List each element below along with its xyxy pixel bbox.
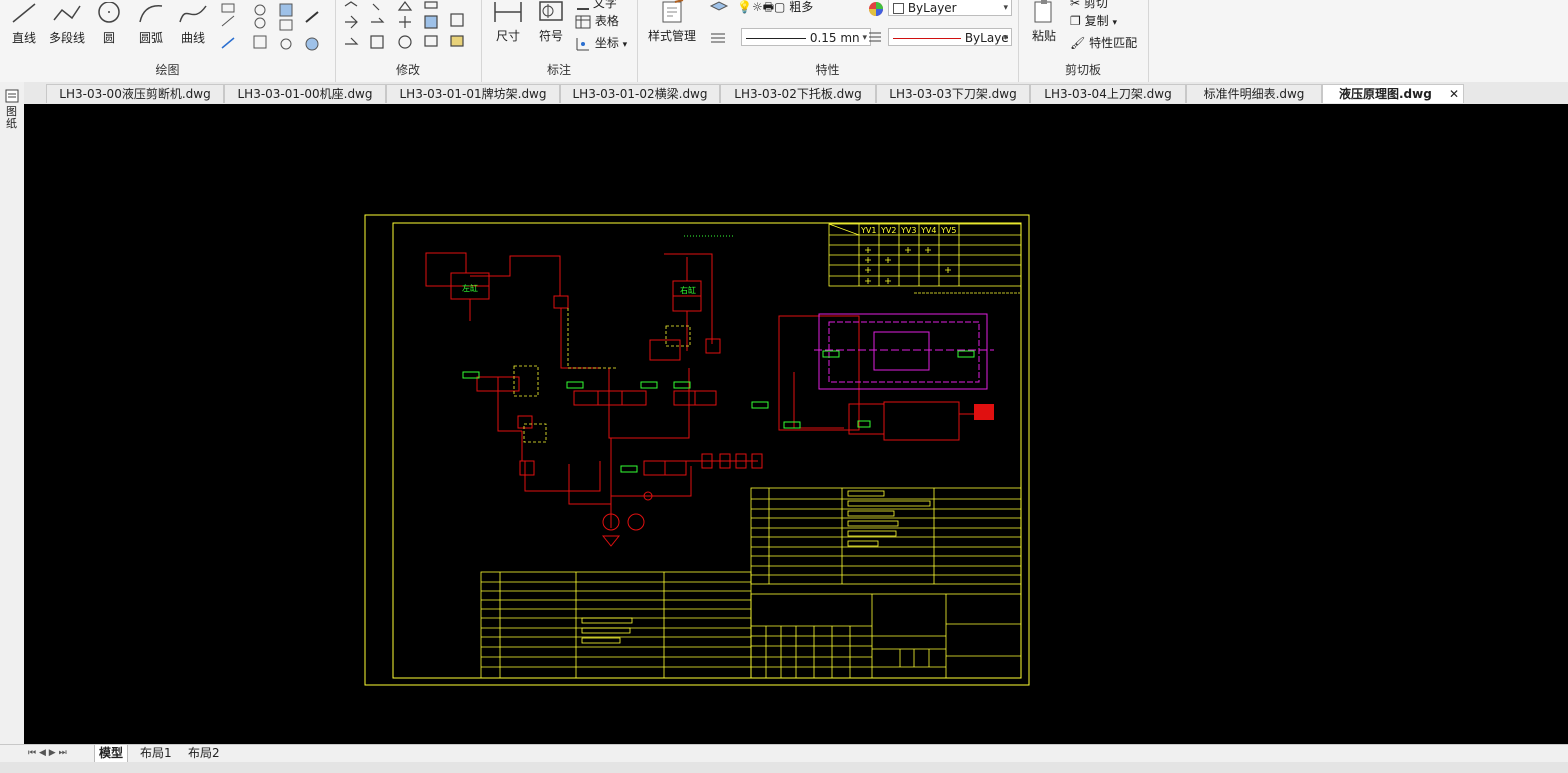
draw-small-tools-icon[interactable] xyxy=(214,2,324,54)
tab-doc-6[interactable]: LH3-03-04上刀架.dwg xyxy=(1030,84,1186,103)
arc-icon xyxy=(139,5,163,23)
table-tool[interactable]: 表格 xyxy=(575,12,619,30)
valve-header-1: YV2 xyxy=(880,226,896,235)
draw-panel-label: 绘图 xyxy=(155,63,180,77)
last-layout-icon[interactable]: ⏭ xyxy=(59,748,67,758)
color-square-icon[interactable]: ▢ xyxy=(774,0,785,14)
coordinate-tool[interactable]: 坐标 ▾ xyxy=(575,34,627,52)
prev-layout-icon[interactable]: ◀ xyxy=(39,748,46,758)
color-wheel-icon[interactable] xyxy=(867,0,885,18)
lock-icon[interactable]: 🖶 xyxy=(763,0,774,14)
paste-icon xyxy=(1034,0,1052,23)
lineweight-icon xyxy=(869,32,881,42)
clipboard-panel-label: 剪切板 xyxy=(1064,63,1101,77)
tab-doc-5[interactable]: LH3-03-03下刀架.dwg xyxy=(876,84,1030,103)
ribbon: 直线 多段线 圆 圆弧 曲线 绘图 修改 尺寸 符号 文字 表格 坐标 ▾ 标注… xyxy=(0,0,1568,83)
arc-tool[interactable]: 圆弧 xyxy=(132,2,170,46)
tab-doc-7[interactable]: 标准件明细表.dwg xyxy=(1186,84,1322,103)
line-preview-icon xyxy=(746,38,806,39)
annotate-panel: 尺寸 符号 文字 表格 坐标 ▾ 标注 xyxy=(481,0,638,82)
next-layout-icon[interactable]: ▶ xyxy=(49,748,56,758)
lightbulb-icon[interactable]: 💡 xyxy=(737,0,752,14)
tab-layout1[interactable]: 布局1 xyxy=(136,745,176,762)
modify-panel-label: 修改 xyxy=(395,63,420,77)
color-dropdown-icon[interactable]: ▾ xyxy=(1003,0,1008,15)
close-tab-icon[interactable]: ✕ xyxy=(1449,85,1459,103)
cut-tool[interactable]: ✂ 剪切 xyxy=(1070,0,1108,11)
first-layout-icon[interactable]: ⏮ xyxy=(28,748,36,758)
tab-doc-8[interactable]: 液压原理图.dwg ✕ xyxy=(1322,84,1464,103)
modify-panel: 修改 xyxy=(335,0,482,82)
modify-tools-icon[interactable] xyxy=(339,0,477,56)
annotate-panel-label: 标注 xyxy=(546,63,571,77)
tab-doc-4[interactable]: LH3-03-02下托板.dwg xyxy=(720,84,876,103)
properties-panel: 样式管理 💡☼🖶▢ 粗多 0.15 mn ▾ ByLayer ▾ ByLaye … xyxy=(637,0,1019,82)
clipboard-panel: 粘贴 ✂ 剪切 ❐ 复制 ▾ 🖌 特性匹配 剪切板 xyxy=(1018,0,1149,82)
status-bar xyxy=(0,762,1568,773)
tab-doc-1[interactable]: LH3-03-01-00机座.dwg xyxy=(224,84,386,103)
match-properties-tool[interactable]: 🖌 特性匹配 xyxy=(1070,34,1137,51)
cylinder-left-label: 左缸 xyxy=(462,283,478,293)
left-toolbar: 图纸 xyxy=(0,82,24,744)
layer-tools-icon[interactable] xyxy=(707,0,737,50)
document-tabs: LH3-03-00液压剪断机.dwg LH3-03-01-00机座.dwg LH… xyxy=(0,82,1568,105)
linetype-dropdown-icon[interactable]: ▾ xyxy=(1003,29,1008,45)
scissors-icon: ✂ xyxy=(1070,0,1081,10)
line-tool[interactable]: 直线 xyxy=(6,2,42,46)
symbol-icon xyxy=(539,1,563,21)
drawing-canvas[interactable]: YV1 YV2 YV3 YV4 YV5 左缸 右缸 xyxy=(24,104,1568,744)
copy-dropdown-icon[interactable]: ▾ xyxy=(1112,18,1117,28)
sun-icon[interactable]: ☼ xyxy=(752,0,763,14)
layout-tab-bar: ⏮ ◀ ▶ ⏭ 模型 布局1 布局2 xyxy=(0,744,1568,763)
paste-tool[interactable]: 粘贴 xyxy=(1026,0,1062,44)
spline-tool[interactable]: 曲线 xyxy=(174,2,212,46)
valve-header-4: YV5 xyxy=(940,226,956,235)
polyline-icon xyxy=(53,5,81,21)
symbol-tool[interactable]: 符号 xyxy=(531,0,571,44)
tab-model[interactable]: 模型 xyxy=(94,745,129,763)
valve-header-3: YV4 xyxy=(920,226,936,235)
line-icon xyxy=(12,3,36,23)
linetype-preview-icon xyxy=(893,38,961,39)
layout-nav-icons[interactable]: ⏮ ◀ ▶ ⏭ xyxy=(24,745,71,762)
cylinder-right-label: 右缸 xyxy=(680,285,696,295)
tab-doc-3[interactable]: LH3-03-01-02横梁.dwg xyxy=(560,84,720,103)
coordinate-dropdown-icon[interactable]: ▾ xyxy=(623,40,628,50)
linetype-scale-combo[interactable]: 0.15 mn ▾ xyxy=(741,28,871,46)
draw-panel: 直线 多段线 圆 圆弧 曲线 绘图 xyxy=(0,0,336,82)
copy-tool[interactable]: ❐ 复制 ▾ xyxy=(1070,12,1117,29)
dimension-tool[interactable]: 尺寸 xyxy=(489,0,527,44)
tab-doc-2[interactable]: LH3-03-01-01牌坊架.dwg xyxy=(386,84,560,103)
sheet-set-icon[interactable] xyxy=(4,88,20,104)
text-icon xyxy=(577,0,589,10)
color-swatch-icon xyxy=(893,3,904,14)
style-manager-icon xyxy=(662,0,684,23)
copy-icon: ❐ xyxy=(1070,14,1081,28)
brush-icon: 🖌 xyxy=(1070,36,1086,50)
dimension-icon xyxy=(494,2,522,22)
circle-tool[interactable]: 圆 xyxy=(92,1,126,46)
table-icon xyxy=(575,15,591,28)
layer-state-icons[interactable]: 💡☼🖶▢ 粗多 xyxy=(737,0,813,19)
valve-header-0: YV1 xyxy=(860,226,876,235)
circle-icon xyxy=(98,1,120,23)
coordinate-icon xyxy=(576,37,589,50)
properties-panel-label: 特性 xyxy=(815,63,840,77)
tab-doc-0[interactable]: LH3-03-00液压剪断机.dwg xyxy=(46,84,224,103)
valve-header-2: YV3 xyxy=(900,226,916,235)
linetype-combo[interactable]: ByLaye ▾ xyxy=(888,28,1012,46)
spline-icon xyxy=(179,5,207,23)
style-manager-tool[interactable]: 样式管理 xyxy=(641,0,703,44)
tab-layout2[interactable]: 布局2 xyxy=(184,745,224,762)
sheet-set-label: 图纸 xyxy=(6,105,17,130)
color-combo[interactable]: ByLayer ▾ xyxy=(888,0,1012,16)
hydraulic-schematic-drawing: YV1 YV2 YV3 YV4 YV5 左缸 右缸 xyxy=(364,214,1030,686)
text-tool[interactable]: 文字 xyxy=(577,0,617,11)
polyline-tool[interactable]: 多段线 xyxy=(44,2,90,46)
